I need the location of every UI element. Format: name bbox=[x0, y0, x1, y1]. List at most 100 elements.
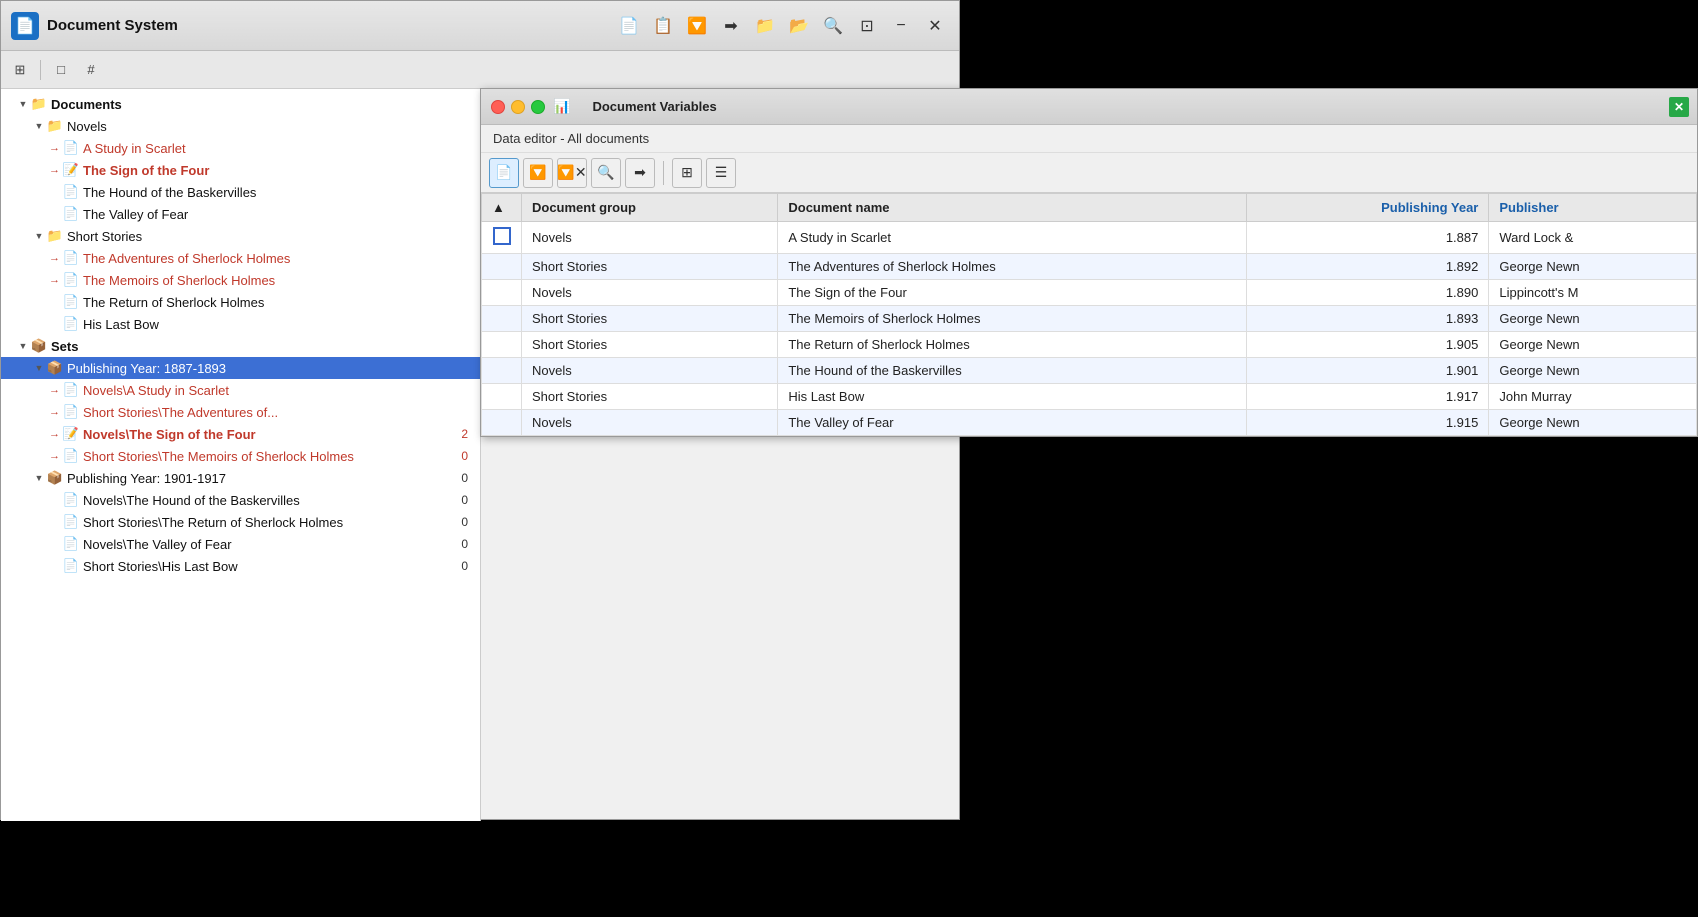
cell-name: The Return of Sherlock Holmes bbox=[778, 332, 1246, 358]
cell-checkbox[interactable] bbox=[482, 410, 522, 436]
de-filter-btn[interactable]: 🔽 bbox=[523, 158, 553, 188]
tree-sign-four[interactable]: → 📝 The Sign of the Four bbox=[1, 159, 480, 181]
minimize-btn[interactable]: − bbox=[887, 12, 915, 40]
count-lastbow: 0 bbox=[461, 559, 476, 573]
label-set-adventures: Short Stories\The Adventures of... bbox=[83, 405, 278, 420]
tree-set-return[interactable]: ▶ 📄 Short Stories\The Return of Sherlock… bbox=[1, 511, 480, 533]
cell-name: The Valley of Fear bbox=[778, 410, 1246, 436]
label-hound: The Hound of the Baskervilles bbox=[83, 185, 256, 200]
tree-adventures[interactable]: → 📄 The Adventures of Sherlock Holmes bbox=[1, 247, 480, 269]
cell-checkbox[interactable] bbox=[482, 222, 522, 254]
tree-sets[interactable]: ▼ 📦 Sets bbox=[1, 335, 480, 357]
second-toolbar: ⊞ □ # bbox=[1, 51, 959, 89]
arrow-red-adventures: → bbox=[49, 252, 60, 264]
doc-btn-1[interactable]: 📄 bbox=[615, 12, 643, 40]
de-close-btn[interactable]: ✕ bbox=[1669, 97, 1689, 117]
table-row[interactable]: NovelsThe Valley of Fear1.915George Newn bbox=[482, 410, 1697, 436]
th-doc-name[interactable]: Document name bbox=[778, 194, 1246, 222]
tree-study-scarlet[interactable]: → 📄 A Study in Scarlet bbox=[1, 137, 480, 159]
toolbar-shape-btn[interactable]: □ bbox=[48, 57, 74, 83]
close-btn[interactable]: ✕ bbox=[921, 12, 949, 40]
doc-icon-set-return: 📄 bbox=[63, 514, 79, 530]
cell-year: 1.892 bbox=[1246, 254, 1489, 280]
de-list-btn[interactable]: ☰ bbox=[706, 158, 736, 188]
table-row[interactable]: Short StoriesThe Memoirs of Sherlock Hol… bbox=[482, 306, 1697, 332]
th-publisher[interactable]: Publisher bbox=[1489, 194, 1697, 222]
folder-icon-novels: 📁 bbox=[47, 118, 63, 134]
cell-group: Short Stories bbox=[522, 306, 778, 332]
table-row[interactable]: Short StoriesThe Return of Sherlock Holm… bbox=[482, 332, 1697, 358]
de-grid-btn[interactable]: ⊞ bbox=[672, 158, 702, 188]
close-dot[interactable] bbox=[491, 100, 505, 114]
tree-memoirs[interactable]: → 📄 The Memoirs of Sherlock Holmes bbox=[1, 269, 480, 291]
label-set-sign: Novels\The Sign of the Four bbox=[83, 427, 256, 442]
tree-set-valley[interactable]: ▶ 📄 Novels\The Valley of Fear 0 bbox=[1, 533, 480, 555]
tree-set-adventures[interactable]: → 📄 Short Stories\The Adventures of... bbox=[1, 401, 480, 423]
cell-checkbox[interactable] bbox=[482, 280, 522, 306]
tree-set-1887[interactable]: ▼ 📦 Publishing Year: 1887-1893 bbox=[1, 357, 480, 379]
filter-btn[interactable]: 🔽 bbox=[683, 12, 711, 40]
tile-btn[interactable]: ⊡ bbox=[853, 12, 881, 40]
table-row[interactable]: NovelsThe Sign of the Four1.890Lippincot… bbox=[482, 280, 1697, 306]
arrow-red-set-sign: → bbox=[49, 428, 60, 440]
data-editor-window: 📊 Document Variables ✕ Data editor - All… bbox=[480, 88, 1698, 437]
export-btn[interactable]: ➡ bbox=[717, 12, 745, 40]
doc-btn-2[interactable]: 📋 bbox=[649, 12, 677, 40]
new-green-btn-2[interactable]: 📂 bbox=[785, 12, 813, 40]
de-search-btn[interactable]: 🔍 bbox=[591, 158, 621, 188]
de-table-body: NovelsA Study in Scarlet1.887Ward Lock &… bbox=[482, 222, 1697, 436]
cell-checkbox[interactable] bbox=[482, 384, 522, 410]
doc-icon-set-memoirs: 📄 bbox=[63, 448, 79, 464]
tree-set-hound[interactable]: ▶ 📄 Novels\The Hound of the Baskervilles… bbox=[1, 489, 480, 511]
toolbar-hash-btn[interactable]: # bbox=[78, 57, 104, 83]
tree-set-memoirs[interactable]: → 📄 Short Stories\The Memoirs of Sherloc… bbox=[1, 445, 480, 467]
table-row[interactable]: Short StoriesThe Adventures of Sherlock … bbox=[482, 254, 1697, 280]
checkbox-outline[interactable] bbox=[493, 227, 511, 245]
tree-set-study[interactable]: → 📄 Novels\A Study in Scarlet bbox=[1, 379, 480, 401]
tree-set-sign[interactable]: → 📝 Novels\The Sign of the Four 2 bbox=[1, 423, 480, 445]
tree-short-stories[interactable]: ▼ 📁 Short Stories bbox=[1, 225, 480, 247]
toolbar-icon-btn[interactable]: ⊞ bbox=[7, 57, 33, 83]
table-row[interactable]: NovelsA Study in Scarlet1.887Ward Lock & bbox=[482, 222, 1697, 254]
de-filter-clear-btn[interactable]: 🔽✕ bbox=[557, 158, 587, 188]
cell-checkbox[interactable] bbox=[482, 254, 522, 280]
cell-name: The Adventures of Sherlock Holmes bbox=[778, 254, 1246, 280]
tree-novels[interactable]: ▼ 📁 Novels bbox=[1, 115, 480, 137]
arrow-red-set-study: → bbox=[49, 384, 60, 396]
count-return: 0 bbox=[461, 515, 476, 529]
arrow-red-sign: → bbox=[49, 164, 60, 176]
table-row[interactable]: NovelsThe Hound of the Baskervilles1.901… bbox=[482, 358, 1697, 384]
th-doc-group[interactable]: Document group bbox=[522, 194, 778, 222]
doc-icon-his-last: 📄 bbox=[63, 316, 79, 332]
cell-year: 1.917 bbox=[1246, 384, 1489, 410]
tree-hound[interactable]: ▶ 📄 The Hound of the Baskervilles bbox=[1, 181, 480, 203]
cell-checkbox[interactable] bbox=[482, 306, 522, 332]
de-doc-btn[interactable]: 📄 bbox=[489, 158, 519, 188]
de-export-btn[interactable]: ➡ bbox=[625, 158, 655, 188]
cell-publisher: George Newn bbox=[1489, 358, 1697, 384]
arrow-set-1901: ▼ bbox=[33, 472, 45, 484]
maximize-dot[interactable] bbox=[531, 100, 545, 114]
tree-return[interactable]: ▶ 📄 The Return of Sherlock Holmes bbox=[1, 291, 480, 313]
tree-set-1901[interactable]: ▼ 📦 Publishing Year: 1901-1917 0 bbox=[1, 467, 480, 489]
minimize-dot[interactable] bbox=[511, 100, 525, 114]
search-btn[interactable]: 🔍 bbox=[819, 12, 847, 40]
doc-icon-set-lastbow: 📄 bbox=[63, 558, 79, 574]
new-green-btn-1[interactable]: 📁 bbox=[751, 12, 779, 40]
cell-checkbox[interactable] bbox=[482, 332, 522, 358]
cell-publisher: George Newn bbox=[1489, 410, 1697, 436]
cell-publisher: Ward Lock & bbox=[1489, 222, 1697, 254]
cell-checkbox[interactable] bbox=[482, 358, 522, 384]
cell-publisher: George Newn bbox=[1489, 254, 1697, 280]
tree-valley-fear[interactable]: ▶ 📄 The Valley of Fear bbox=[1, 203, 480, 225]
tree-panel: ▼ 📁 Documents ▼ 📁 Novels → 📄 A Study in … bbox=[1, 89, 481, 821]
th-pub-year[interactable]: Publishing Year bbox=[1246, 194, 1489, 222]
label-adventures: The Adventures of Sherlock Holmes bbox=[83, 251, 290, 266]
sep1 bbox=[40, 60, 41, 80]
tree-set-lastbow[interactable]: ▶ 📄 Short Stories\His Last Bow 0 bbox=[1, 555, 480, 577]
tree-documents[interactable]: ▼ 📁 Documents bbox=[1, 93, 480, 115]
label-valley-fear: The Valley of Fear bbox=[83, 207, 188, 222]
table-row[interactable]: Short StoriesHis Last Bow1.917John Murra… bbox=[482, 384, 1697, 410]
label-set-hound: Novels\The Hound of the Baskervilles bbox=[83, 493, 300, 508]
tree-his-last-bow[interactable]: ▶ 📄 His Last Bow bbox=[1, 313, 480, 335]
